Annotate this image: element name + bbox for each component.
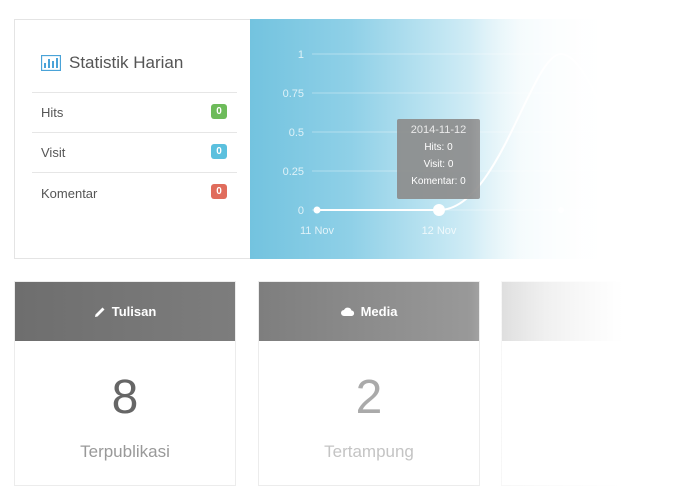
card-title: Tulisan bbox=[111, 304, 157, 319]
y-tick-label: 1 bbox=[298, 49, 304, 61]
daily-stats-chart: 1 0.75 0.5 0.25 0 11 Nov 12 Nov 2014-11-12 Hit… bbox=[250, 19, 610, 259]
pencil-icon bbox=[94, 307, 105, 317]
card-header: Tulisan bbox=[15, 282, 235, 341]
card-number: 2 bbox=[355, 371, 383, 424]
tooltip-visit: Visit: 0 bbox=[423, 159, 454, 170]
stats-list: Hits 0 Visit 0 Komentar 0 bbox=[32, 92, 237, 213]
stats-row-visit: Visit 0 bbox=[32, 133, 237, 173]
y-tick-label: 0.5 bbox=[289, 127, 304, 139]
stats-row-komentar: Komentar 0 bbox=[32, 173, 237, 213]
data-point bbox=[313, 206, 321, 214]
x-tick-label: 11 Nov bbox=[300, 225, 335, 237]
daily-stats-panel: Statistik Harian Hits 0 Visit 0 Komentar… bbox=[14, 19, 250, 259]
stats-row-label: Hits bbox=[41, 105, 64, 120]
card-third[interactable] bbox=[501, 281, 689, 486]
card-header: Media bbox=[259, 282, 479, 341]
komentar-count-badge: 0 bbox=[211, 184, 227, 199]
tooltip-komentar: Komentar: 0 bbox=[411, 176, 466, 187]
y-tick-label: 0.75 bbox=[283, 88, 304, 100]
data-point-active bbox=[433, 204, 445, 216]
card-tulisan[interactable]: Tulisan 8 Terpublikasi bbox=[14, 281, 236, 486]
tooltip-date: 2014-11-12 bbox=[410, 124, 467, 136]
y-tick-label: 0.25 bbox=[283, 166, 304, 178]
card-title: Media bbox=[360, 304, 398, 319]
card-media[interactable]: Media 2 Tertampung bbox=[258, 281, 480, 486]
x-tick-label: 12 Nov bbox=[422, 225, 457, 237]
card-header bbox=[502, 282, 689, 341]
stats-title: Statistik Harian bbox=[41, 53, 183, 73]
data-point bbox=[558, 207, 564, 213]
stats-row-label: Visit bbox=[41, 145, 66, 160]
tooltip-hits: Hits: 0 bbox=[424, 142, 453, 153]
visit-count-badge: 0 bbox=[211, 144, 227, 159]
chart-tooltip: 2014-11-12 Hits: 0 Visit: 0 Komentar: 0 bbox=[397, 119, 480, 199]
y-tick-label: 0 bbox=[298, 205, 304, 217]
card-label: Tertampung bbox=[324, 442, 414, 461]
stats-title-text: Statistik Harian bbox=[69, 53, 184, 72]
hits-count-badge: 0 bbox=[211, 104, 227, 119]
bar-chart-icon bbox=[41, 55, 61, 71]
stats-row-hits: Hits 0 bbox=[32, 93, 237, 133]
card-number: 8 bbox=[111, 371, 139, 424]
card-label: Terpublikasi bbox=[80, 442, 170, 461]
cloud-icon bbox=[340, 307, 354, 316]
stats-row-label: Komentar bbox=[41, 185, 98, 201]
